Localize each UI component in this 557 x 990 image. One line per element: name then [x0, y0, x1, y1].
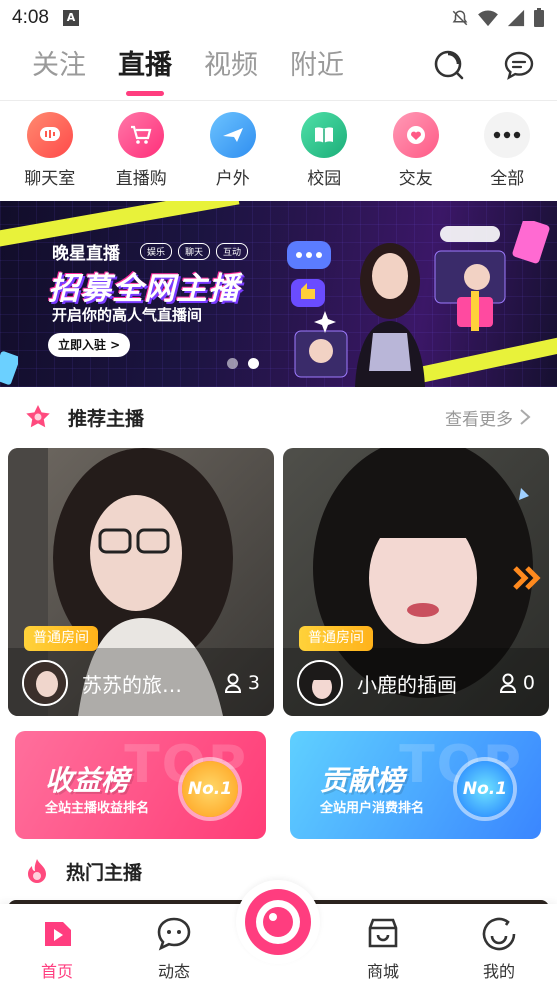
nav-label: 我的: [482, 962, 515, 981]
join-now-button[interactable]: 立即入驻 >: [48, 333, 131, 357]
home-play-icon: [37, 914, 77, 954]
person-icon: [499, 673, 516, 693]
medal-icon: No.1: [182, 761, 238, 817]
card-footer: 苏苏的旅行日记 3: [22, 660, 260, 706]
rank-title: 收益榜: [45, 764, 130, 797]
room-type-badge: 普通房间: [24, 626, 98, 651]
shop-icon: [363, 914, 403, 954]
category-label: 交友: [398, 169, 433, 189]
viewer-count: 3: [224, 672, 260, 694]
recommended-header: 推荐主播 查看更多: [0, 397, 557, 437]
card-footer: 小鹿的插画 0: [297, 660, 535, 706]
promo-banner[interactable]: 晚星直播 娱乐 聊天 互动 招募全网主播 开启你的高人气直播间 立即入驻 >: [0, 201, 557, 387]
smile-icon: [479, 914, 519, 954]
book-icon: [301, 112, 348, 158]
status-icons: [451, 8, 545, 28]
banner-brand: 晚星直播: [52, 244, 120, 264]
mute-bell-icon: [452, 10, 468, 26]
viewer-count: 0: [499, 672, 535, 694]
bottom-nav: 首页 动态 商城 我的: [0, 880, 557, 990]
streamer-name: 小鹿的插画: [357, 672, 457, 697]
banner-tags: 娱乐 聊天 互动: [140, 243, 249, 260]
see-more-label: 查看更多: [445, 409, 513, 430]
tab-follow[interactable]: 关注: [32, 40, 86, 90]
avatar: [22, 660, 68, 706]
star-icon: [26, 405, 50, 428]
signal-icon: [507, 9, 525, 27]
banner-tag: 互动: [216, 243, 249, 260]
banner-tag: 娱乐: [140, 243, 173, 260]
flame-icon: [28, 859, 46, 883]
viewer-count-value: 0: [522, 672, 535, 694]
see-more-link[interactable]: 查看更多: [445, 405, 531, 430]
category-row: 聊天室 直播购 户外 校园 交友 全部: [0, 112, 557, 192]
category-live-shopping[interactable]: 直播购: [100, 112, 182, 192]
cart-icon: [118, 112, 165, 158]
tab-live[interactable]: 直播: [118, 40, 172, 90]
chevron-right-icon: [520, 409, 531, 425]
category-label: 全部: [490, 169, 525, 189]
banner-title: 招募全网主播: [48, 271, 240, 307]
rank-subtitle: 全站用户消费排名: [320, 801, 425, 816]
category-chatroom[interactable]: 聊天室: [9, 112, 91, 192]
live-record-icon: [245, 889, 311, 955]
header-divider: [0, 100, 557, 101]
category-dating[interactable]: 交友: [375, 112, 457, 192]
person-icon: [224, 673, 241, 693]
nav-home[interactable]: 首页: [17, 914, 97, 982]
earnings-rank-banner[interactable]: TOP 收益榜 全站主播收益排名 No.1: [15, 731, 266, 839]
nav-label: 首页: [40, 962, 73, 981]
banner-subtitle: 开启你的高人气直播间: [52, 306, 203, 324]
banner-illustration: [287, 221, 550, 387]
viewer-count-value: 3: [247, 672, 260, 694]
room-type-badge: 普通房间: [299, 626, 373, 651]
category-all[interactable]: 全部: [466, 112, 548, 192]
hot-title: 热门主播: [66, 861, 143, 884]
category-label: 聊天室: [24, 169, 76, 189]
streamer-name: 苏苏的旅行日记: [82, 672, 192, 697]
category-campus[interactable]: 校园: [283, 112, 365, 192]
heart-icon: [392, 112, 439, 158]
top-tab-bar: 关注 直播 视频 附近: [0, 40, 557, 100]
chat-wave-icon: [26, 112, 73, 158]
a-notification-icon: A: [62, 10, 79, 26]
medal-icon: No.1: [457, 761, 513, 817]
airplane-icon: [209, 112, 256, 158]
message-icon[interactable]: [502, 48, 536, 82]
search-icon[interactable]: [432, 48, 466, 82]
nav-label: 商城: [366, 962, 399, 981]
banner-tag: 聊天: [178, 243, 211, 260]
recommended-title: 推荐主播: [68, 407, 145, 430]
category-label: 直播购: [115, 169, 167, 189]
more-dots-icon: [484, 112, 531, 158]
nav-shop[interactable]: 商城: [343, 914, 423, 982]
category-outdoor[interactable]: 户外: [192, 112, 274, 192]
banner-pagination: [227, 358, 259, 369]
wifi-icon: [478, 10, 498, 27]
pagination-dot[interactable]: [227, 358, 238, 369]
category-label: 户外: [215, 169, 250, 189]
status-time: 4:08: [12, 7, 49, 28]
streamer-card[interactable]: 普通房间 小鹿的插画 0: [283, 448, 549, 716]
tab-nearby[interactable]: 附近: [290, 40, 344, 90]
contribution-rank-banner[interactable]: TOP 贡献榜 全站用户消费排名 No.1: [290, 731, 541, 839]
chat-bubble-icon: [154, 914, 194, 954]
streamer-card[interactable]: 普通房间 苏苏的旅行日记 3: [8, 448, 274, 716]
go-live-button[interactable]: [236, 880, 320, 964]
pagination-dot-active[interactable]: [248, 358, 259, 369]
avatar: [297, 660, 343, 706]
rank-subtitle: 全站主播收益排名: [45, 801, 150, 816]
phone-decoration-icon: [0, 351, 18, 385]
category-label: 校园: [307, 169, 342, 189]
rank-title: 贡献榜: [320, 764, 405, 797]
nav-label: 动态: [157, 962, 190, 981]
status-bar: 4:08 A: [0, 0, 557, 36]
battery-icon: [534, 8, 544, 27]
nav-me[interactable]: 我的: [459, 914, 539, 982]
nav-moments[interactable]: 动态: [134, 914, 214, 982]
tab-video[interactable]: 视频: [204, 40, 258, 90]
